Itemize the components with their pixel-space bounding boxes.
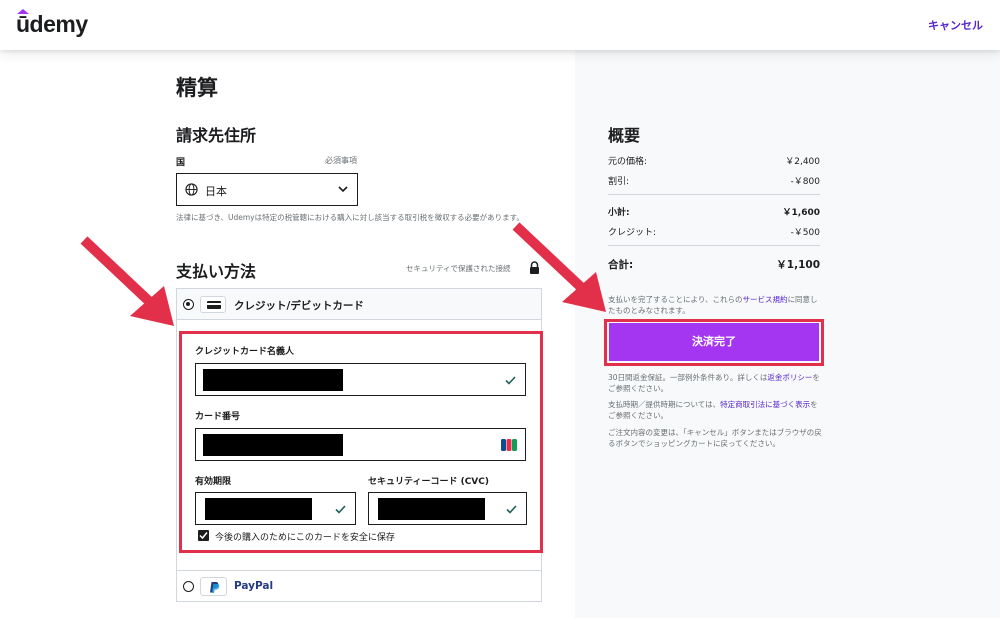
redacted-value: [205, 498, 312, 520]
card-form: クレジットカード名義人 カード番号 有効期限 セキュリティーコード (CVC): [179, 331, 543, 553]
billing-address-title: 請求先住所: [176, 126, 257, 145]
cardholder-name-input[interactable]: [195, 363, 526, 396]
complete-checkout-button[interactable]: 決済完了: [609, 323, 819, 361]
total-value: ￥1,100: [776, 259, 820, 271]
discount-label: 割引:: [608, 177, 630, 187]
commerce-law-link[interactable]: 特定商取引法に基づく表示: [720, 400, 810, 409]
expiry-input[interactable]: [195, 492, 356, 525]
globe-icon: [185, 183, 198, 196]
delivery-note: 支払時期／提供時期については、特定商取引法に基づく表示をご参照ください。: [608, 400, 818, 420]
top-header: ūdemy キャンセル: [0, 0, 1000, 50]
discount-value: -￥800: [790, 177, 820, 187]
cancel-link[interactable]: キャンセル: [928, 17, 983, 33]
country-value: 日本: [205, 185, 227, 198]
original-price-label: 元の価格:: [608, 157, 648, 167]
subtotal-label: 小計:: [608, 208, 630, 218]
credit-value: -￥500: [790, 228, 820, 238]
redacted-value: [203, 369, 343, 391]
country-label: 国: [176, 158, 186, 168]
cardholder-name-label: クレジットカード名義人: [195, 347, 295, 357]
subtotal-value: ￥1,600: [782, 208, 820, 218]
original-price-value: ￥2,400: [785, 157, 820, 167]
redacted-value: [378, 498, 485, 520]
expiry-label: 有効期限: [195, 477, 232, 487]
refund-note: 30日間返金保証。一部例外条件あり。詳しくは返金ポリシーをご参照ください。: [608, 373, 820, 393]
tax-note: 法律に基づき、Udemyは特定の税管轄における購入に対し該当する取引税を徴収する…: [176, 213, 524, 222]
chevron-down-icon: [338, 186, 348, 193]
udemy-logo[interactable]: ūdemy: [16, 11, 88, 38]
terms-note: 支払いを完了することにより、これらのサービス規約に同意したものとみなされます。: [608, 295, 818, 315]
paypal-option[interactable]: PayPal: [177, 570, 541, 601]
card-option[interactable]: クレジット/デビットカード: [177, 289, 541, 320]
country-select[interactable]: 日本: [176, 173, 358, 206]
payment-method-title: 支払い方法: [176, 262, 257, 281]
card-option-label: クレジット/デビットカード: [234, 300, 364, 312]
paypal-label: PayPal: [234, 580, 274, 592]
page-title: 精算: [176, 75, 218, 100]
cvc-input[interactable]: [368, 492, 527, 525]
save-card-label: 今後の購入のためにこのカードを安全に保存: [215, 533, 395, 543]
redacted-value: [203, 434, 343, 456]
annotation-arrow-icon: [80, 236, 174, 326]
check-icon: [505, 376, 516, 385]
terms-of-service-link[interactable]: サービス規約: [743, 295, 788, 304]
payment-options: クレジット/デビットカード クレジットカード名義人 カード番号 有効期限 セキュ…: [176, 288, 543, 602]
cvc-label: セキュリティーコード (CVC): [368, 477, 489, 487]
required-label: 必須事項: [325, 156, 357, 165]
card-radio[interactable]: [183, 299, 194, 310]
card-number-label: カード番号: [195, 412, 241, 422]
jcb-card-icon: [501, 439, 517, 451]
annotation-arrow-icon: [512, 222, 606, 312]
refund-policy-link[interactable]: 返金ポリシー: [767, 373, 812, 382]
card-number-input[interactable]: [195, 428, 526, 461]
summary-divider: [608, 245, 820, 246]
summary-title: 概要: [608, 126, 641, 145]
paypal-icon: [200, 577, 227, 596]
credit-card-icon: [200, 296, 226, 313]
change-order-note: ご注文内容の変更は、「キャンセル」ボタンまたはブラウザの戻るボタンでショッピング…: [608, 428, 822, 448]
summary-divider: [608, 194, 820, 195]
check-icon: [506, 505, 517, 514]
paypal-radio[interactable]: [183, 581, 194, 592]
save-card-checkbox[interactable]: [198, 530, 209, 541]
check-icon: [335, 505, 346, 514]
secure-connection-text: セキュリティで保護された接続: [406, 264, 511, 273]
